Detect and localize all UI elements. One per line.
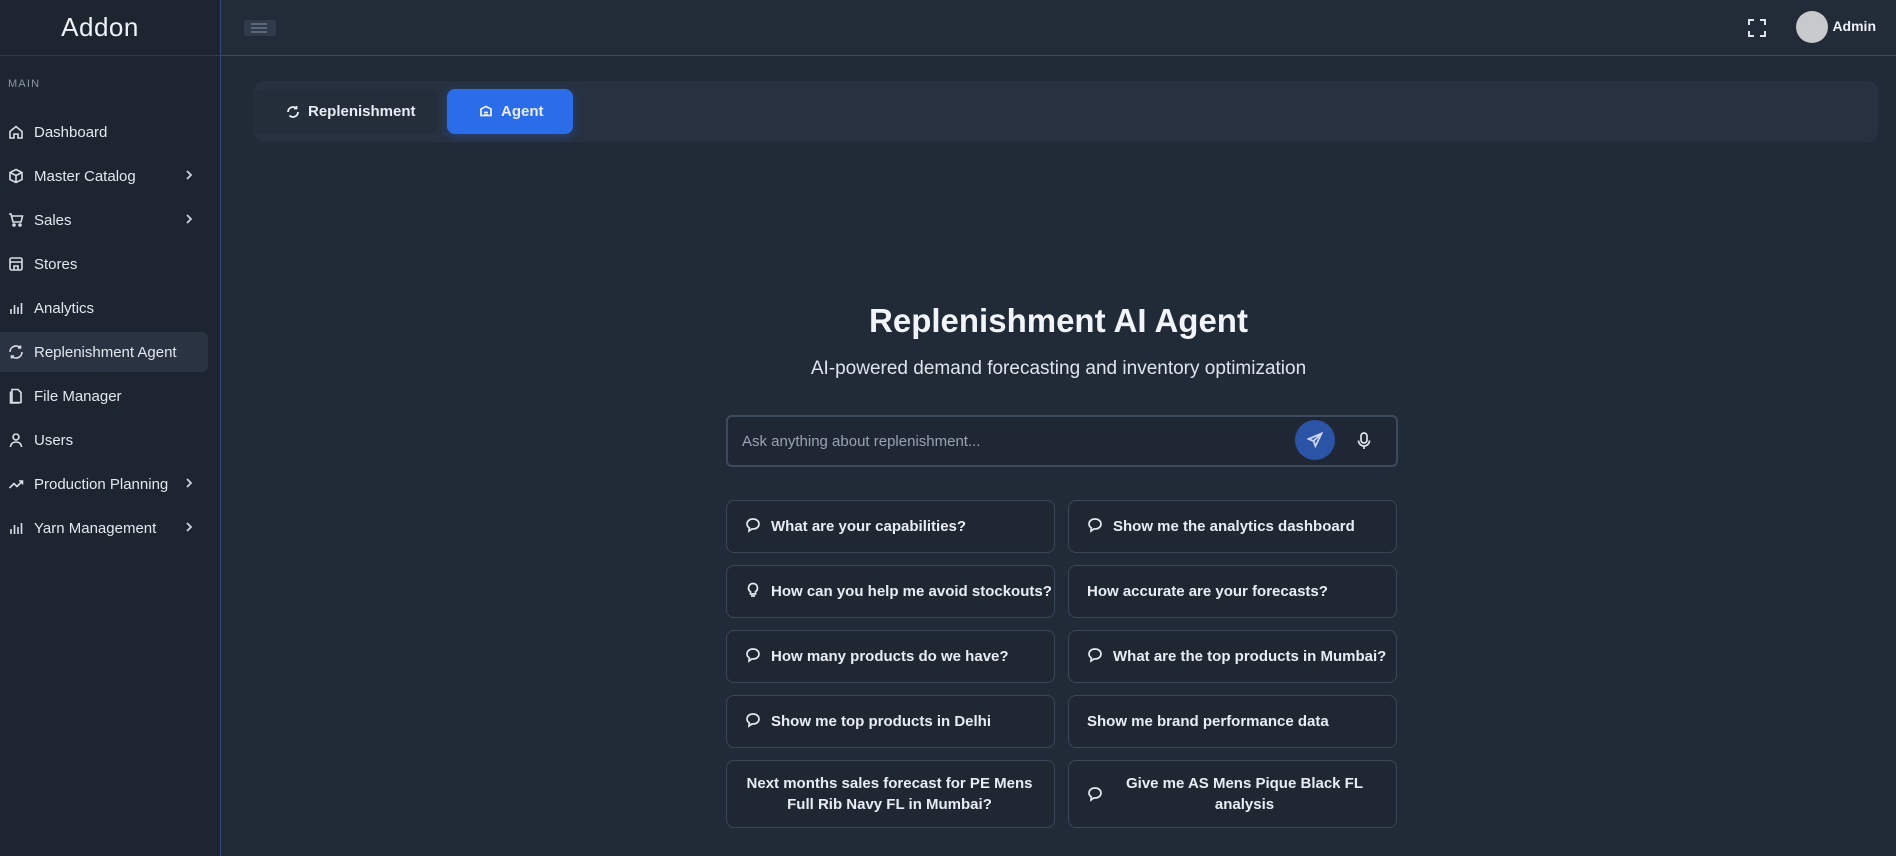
suggestion-button[interactable]: Show me top products in Delhi — [726, 695, 1055, 748]
sidebar-item-label: Stores — [34, 255, 78, 273]
refresh-icon — [286, 105, 300, 119]
page-subtitle: AI-powered demand forecasting and invent… — [810, 358, 1307, 379]
tabs-bar: Replenishment Agent — [254, 81, 1878, 142]
sidebar-item-label: Users — [34, 431, 74, 449]
suggestion-button[interactable]: What are your capabilities? — [726, 500, 1055, 553]
suggestion-label: How can you help me avoid stockouts? — [771, 583, 1052, 600]
sidebar-item-production-planning[interactable]: Production Planning — [0, 464, 208, 504]
store-icon — [8, 256, 24, 272]
avatar[interactable] — [1796, 11, 1828, 43]
search-input[interactable] — [742, 417, 1282, 465]
topbar: Admin — [221, 0, 1896, 56]
bar-chart-icon — [8, 520, 24, 536]
microphone-button[interactable] — [1352, 429, 1376, 453]
sidebar-item-yarn-management[interactable]: Yarn Management — [0, 508, 208, 548]
chevron-right-icon[interactable] — [182, 476, 196, 490]
sidebar-item-users[interactable]: Users — [0, 420, 208, 460]
chevron-right-icon[interactable] — [182, 520, 196, 534]
message-circle-icon — [1087, 647, 1103, 663]
microphone-icon — [1357, 432, 1371, 449]
sidebar-item-label: Replenishment Agent — [34, 343, 177, 361]
suggestion-button[interactable]: Show me brand performance data — [1068, 695, 1397, 748]
suggestion-label: What are your capabilities? — [771, 518, 967, 535]
suggestion-button[interactable]: How can you help me avoid stockouts? — [726, 565, 1055, 618]
sidebar-item-dashboard[interactable]: Dashboard — [0, 112, 208, 152]
suggestion-label: Next months sales forecast for PE Mens F… — [746, 775, 1033, 813]
page-title: Replenishment AI Agent — [869, 302, 1248, 339]
sidebar-item-master-catalog[interactable]: Master Catalog — [0, 156, 208, 196]
message-circle-icon — [745, 647, 761, 663]
suggestion-label: Give me AS Mens Pique Black FL analysis — [1125, 775, 1364, 813]
fullscreen-icon[interactable] — [1746, 17, 1768, 39]
sidebar: Addon MAIN Dashboard Master Catalog Sale… — [0, 0, 221, 856]
shopping-cart-icon — [8, 212, 24, 228]
suggestion-label: How accurate are your forecasts? — [1087, 583, 1328, 600]
sidebar-item-label: Analytics — [34, 299, 95, 317]
lightbulb-icon — [745, 582, 761, 598]
menu-toggle-icon[interactable] — [243, 17, 277, 39]
tab-label: Replenishment — [308, 103, 416, 120]
sidebar-item-file-manager[interactable]: File Manager — [0, 376, 208, 416]
sidebar-item-label: Production Planning — [34, 475, 169, 493]
message-circle-icon — [745, 712, 761, 728]
sidebar-item-stores[interactable]: Stores — [0, 244, 208, 284]
send-button[interactable] — [1295, 420, 1335, 460]
suggestion-label: Show me top products in Delhi — [771, 713, 992, 730]
chevron-right-icon[interactable] — [182, 168, 196, 182]
sidebar-section-label: MAIN — [8, 78, 41, 90]
search-box — [726, 415, 1398, 467]
chevron-right-icon[interactable] — [182, 212, 196, 226]
sidebar-item-sales[interactable]: Sales — [0, 200, 208, 240]
bar-chart-icon — [8, 300, 24, 316]
send-icon — [1307, 432, 1323, 448]
suggestion-button[interactable]: What are the top products in Mumbai? — [1068, 630, 1397, 683]
message-circle-icon — [745, 517, 761, 533]
message-circle-icon — [1087, 517, 1103, 533]
package-icon — [8, 168, 24, 184]
sidebar-item-replenishment-agent[interactable]: Replenishment Agent — [0, 332, 208, 372]
user-icon — [8, 432, 24, 448]
bot-icon — [479, 104, 493, 119]
refresh-icon — [8, 344, 24, 360]
trending-up-icon — [8, 476, 24, 492]
sidebar-item-label: Yarn Management — [34, 519, 157, 537]
tab-label: Agent — [501, 103, 544, 120]
sidebar-item-label: Master Catalog — [34, 167, 136, 185]
app-root: Addon MAIN Dashboard Master Catalog Sale… — [0, 0, 1896, 856]
file-icon — [8, 388, 24, 404]
sidebar-item-label: File Manager — [34, 387, 122, 405]
suggestion-button[interactable]: Next months sales forecast for PE Mens F… — [726, 760, 1055, 828]
suggestion-label: Show me brand performance data — [1087, 713, 1329, 730]
suggestion-button[interactable]: Give me AS Mens Pique Black FL analysis — [1068, 760, 1397, 828]
user-name[interactable]: Admin — [1832, 18, 1876, 34]
suggestion-button[interactable]: How accurate are your forecasts? — [1068, 565, 1397, 618]
suggestion-button[interactable]: Show me the analytics dashboard — [1068, 500, 1397, 553]
home-icon — [8, 124, 24, 140]
suggestion-label: How many products do we have? — [771, 648, 1009, 665]
sidebar-item-label: Sales — [34, 211, 72, 229]
suggestion-button[interactable]: How many products do we have? — [726, 630, 1055, 683]
suggestion-label: What are the top products in Mumbai? — [1113, 648, 1387, 665]
tab-replenishment[interactable]: Replenishment — [254, 89, 438, 134]
brand-logo[interactable]: Addon — [0, 0, 220, 56]
message-circle-icon — [1087, 786, 1103, 802]
tab-agent[interactable]: Agent — [447, 89, 573, 134]
sidebar-item-label: Dashboard — [34, 123, 108, 141]
sidebar-item-analytics[interactable]: Analytics — [0, 288, 208, 328]
suggestion-label: Show me the analytics dashboard — [1113, 518, 1355, 535]
